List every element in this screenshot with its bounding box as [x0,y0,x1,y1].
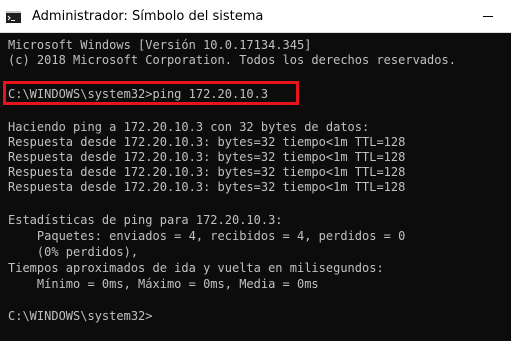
window-title: Administrador: Símbolo del sistema [32,9,264,24]
console-line: Haciendo ping a 172.20.10.3 con 32 bytes… [8,120,370,134]
ping-reply-line: Respuesta desde 172.20.10.3: bytes=32 ti… [8,180,406,194]
stats-line: Mínimo = 0ms, Máximo = 0ms, Media = 0ms [8,277,319,291]
minimize-icon [483,16,493,17]
stats-header-line: Estadísticas de ping para 172.20.10.3: [8,213,283,227]
stats-line: Tiempos aproximados de ida y vuelta en m… [8,261,384,275]
cmd-icon [6,11,21,23]
prompt-line[interactable]: C:\WINDOWS\system32> [8,309,153,324]
ping-reply-line: Respuesta desde 172.20.10.3: bytes=32 ti… [8,135,406,149]
command-highlight-box [3,81,299,105]
title-bar[interactable]: Administrador: Símbolo del sistema [0,0,511,33]
console-output[interactable]: Microsoft Windows [Versión 10.0.17134.34… [0,33,511,341]
ping-reply-line: Respuesta desde 172.20.10.3: bytes=32 ti… [8,165,406,179]
minimize-button[interactable] [465,0,511,32]
command-prompt-window: Administrador: Símbolo del sistema Micro… [0,0,511,341]
console-line: (c) 2018 Microsoft Corporation. Todos lo… [8,53,456,67]
ping-reply-line: Respuesta desde 172.20.10.3: bytes=32 ti… [8,150,406,164]
stats-line: Paquetes: enviados = 4, recibidos = 4, p… [8,229,406,243]
console-line: Microsoft Windows [Versión 10.0.17134.34… [8,38,312,52]
stats-line: (0% perdidos), [8,245,139,259]
